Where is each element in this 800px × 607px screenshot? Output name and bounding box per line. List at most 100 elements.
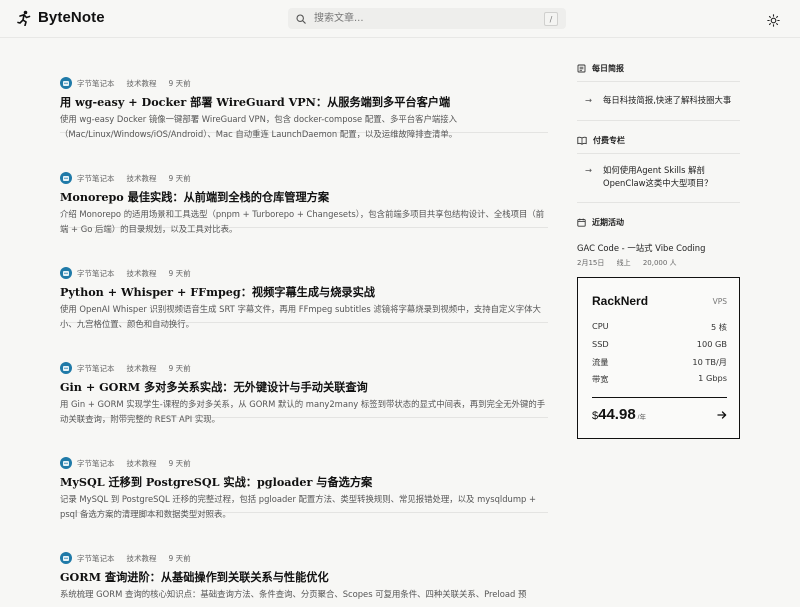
daily-briefing-title: 每日简报: [592, 64, 624, 73]
search-shortcut-key: /: [544, 12, 558, 26]
search-input[interactable]: [312, 12, 536, 25]
article-card: 字节笔记本 技术教程 9 天前 MySQL 迁移到 PostgreSQL 实战：…: [60, 418, 548, 519]
article-card: 字节笔记本 技术教程 9 天前 用 wg-easy + Docker 部署 Wi…: [60, 38, 548, 139]
article-meta: 字节笔记本 技术教程 9 天前: [60, 172, 203, 184]
author-avatar: [60, 457, 72, 469]
article-title[interactable]: Gin + GORM 多对多关系实战：无外键设计与手动关联查询: [60, 379, 548, 395]
brand-logo[interactable]: ByteNote: [17, 9, 105, 26]
newspaper-icon: [577, 64, 586, 73]
ad-spec-value: 100 GB: [696, 339, 727, 349]
divider: [577, 202, 740, 203]
article-time: 9 天前: [168, 363, 191, 373]
ad-divider: [592, 397, 727, 398]
article-time: 9 天前: [168, 458, 191, 468]
search-bar[interactable]: /: [288, 8, 566, 29]
author-avatar: [60, 77, 72, 89]
byte-runner-logo-icon: [17, 10, 31, 26]
event-attendees: 20,000 人: [642, 259, 677, 267]
ad-price: $44.98/年: [592, 406, 646, 424]
author-name[interactable]: 字节笔记本: [77, 268, 115, 279]
event-item[interactable]: GAC Code - 一站式 Vibe Coding 2月15日 线上 20,0…: [577, 242, 740, 268]
paid-column-header: 付费专栏: [577, 135, 740, 146]
brand-name: ByteNote: [38, 9, 105, 26]
article-category[interactable]: 技术教程: [127, 78, 157, 89]
article-title[interactable]: MySQL 迁移到 PostgreSQL 实战：pgloader 与备选方案: [60, 474, 548, 490]
article-time: 9 天前: [168, 78, 191, 88]
author-avatar: [60, 362, 72, 374]
article-feed: 字节笔记本 技术教程 9 天前 用 wg-easy + Docker 部署 Wi…: [60, 38, 548, 607]
paid-column-item-text: 如何使用Agent Skills 解剖OpenClaw这类中大型项目？: [603, 165, 713, 188]
article-card: 字节笔记本 技术教程 9 天前 GORM 查询进阶：从基础操作到关联关系与性能优…: [60, 513, 548, 607]
vps-ad-card[interactable]: RackNerd VPS CPU 5 核 SSD 100 GB 流量 10 TB…: [577, 277, 740, 439]
ad-price-period: /年: [637, 414, 646, 421]
daily-briefing-header: 每日简报: [577, 63, 740, 74]
robot-avatar-icon: [63, 461, 69, 466]
article-category[interactable]: 技术教程: [127, 268, 157, 279]
article-title[interactable]: Python + Whisper + FFmpeg：视频字幕生成与烧录实战: [60, 284, 548, 300]
article-category[interactable]: 技术教程: [127, 458, 157, 469]
robot-avatar-icon: [63, 271, 69, 276]
events-title: 近期活动: [592, 218, 624, 227]
author-name[interactable]: 字节笔记本: [77, 458, 115, 469]
article-title[interactable]: 用 wg-easy + Docker 部署 WireGuard VPN：从服务端…: [60, 94, 548, 110]
event-title[interactable]: GAC Code - 一站式 Vibe Coding: [577, 242, 740, 254]
article-time: 9 天前: [168, 553, 191, 563]
ad-spec-value: 5 核: [711, 322, 727, 332]
author-name[interactable]: 字节笔记本: [77, 173, 115, 184]
ad-price-amount: 44.98: [598, 406, 636, 423]
article-card: 字节笔记本 技术教程 9 天前 Monorepo 最佳实践：从前端到全栈的仓库管…: [60, 133, 548, 234]
article-category[interactable]: 技术教程: [127, 363, 157, 374]
article-category[interactable]: 技术教程: [127, 173, 157, 184]
daily-briefing-link[interactable]: → 每日科技简报,快速了解科技圈大事: [577, 94, 740, 107]
divider: [577, 153, 740, 154]
arrow-right-icon: →: [585, 95, 593, 105]
author-avatar: [60, 172, 72, 184]
ad-spec-value: 1 Gbps: [698, 373, 727, 383]
ad-spec-label: 流量: [592, 357, 609, 367]
paid-column-link[interactable]: → 如何使用Agent Skills 解剖OpenClaw这类中大型项目？: [577, 164, 740, 190]
calendar-icon: [577, 218, 586, 227]
ad-spec-value: 10 TB/月: [692, 357, 727, 367]
article-title[interactable]: Monorepo 最佳实践：从前端到全栈的仓库管理方案: [60, 189, 548, 205]
arrow-right-icon: →: [585, 165, 593, 175]
divider: [577, 81, 740, 82]
article-meta: 字节笔记本 技术教程 9 天前: [60, 552, 203, 564]
article-time: 9 天前: [168, 173, 191, 183]
event-date: 2月15日: [577, 259, 605, 267]
events-header: 近期活动: [577, 217, 740, 228]
article-time: 9 天前: [168, 268, 191, 278]
article-meta: 字节笔记本 技术教程 9 天前: [60, 77, 203, 89]
author-name[interactable]: 字节笔记本: [77, 553, 115, 564]
author-name[interactable]: 字节笔记本: [77, 78, 115, 89]
daily-briefing-item-text: 每日科技简报,快速了解科技圈大事: [603, 95, 732, 105]
sun-icon: [767, 14, 780, 27]
article-card: 字节笔记本 技术教程 9 天前 Gin + GORM 多对多关系实战：无外键设计…: [60, 323, 548, 424]
theme-toggle-button[interactable]: [767, 12, 780, 27]
author-name[interactable]: 字节笔记本: [77, 363, 115, 374]
ad-spec-row: SSD 100 GB: [592, 339, 727, 349]
arrow-right-icon[interactable]: [717, 410, 727, 420]
robot-avatar-icon: [63, 176, 69, 181]
author-avatar: [60, 552, 72, 564]
robot-avatar-icon: [63, 366, 69, 371]
article-category[interactable]: 技术教程: [127, 553, 157, 564]
ad-spec-label: 带宽: [592, 374, 609, 384]
article-meta: 字节笔记本 技术教程 9 天前: [60, 267, 203, 279]
article-meta: 字节笔记本 技术教程 9 天前: [60, 457, 203, 469]
article-meta: 字节笔记本 技术教程 9 天前: [60, 362, 203, 374]
ad-brand-name: RackNerd: [592, 294, 649, 308]
robot-avatar-icon: [63, 556, 69, 561]
search-icon: [296, 13, 306, 24]
article-title[interactable]: GORM 查询进阶：从基础操作到关联关系与性能优化: [60, 569, 548, 585]
ad-spec-label: CPU: [592, 321, 609, 331]
paid-column-title: 付费专栏: [593, 136, 625, 145]
right-sidebar: 每日简报 → 每日科技简报,快速了解科技圈大事 付费专栏 → 如何使用Agent…: [577, 38, 740, 268]
event-meta: 2月15日 线上 20,000 人: [577, 258, 740, 268]
ad-tag: VPS: [712, 297, 727, 306]
author-avatar: [60, 267, 72, 279]
divider: [577, 120, 740, 121]
robot-avatar-icon: [63, 81, 69, 86]
ad-spec-row: 流量 10 TB/月: [592, 356, 727, 368]
ad-spec-row: 带宽 1 Gbps: [592, 373, 727, 385]
top-header: ByteNote /: [0, 0, 800, 38]
